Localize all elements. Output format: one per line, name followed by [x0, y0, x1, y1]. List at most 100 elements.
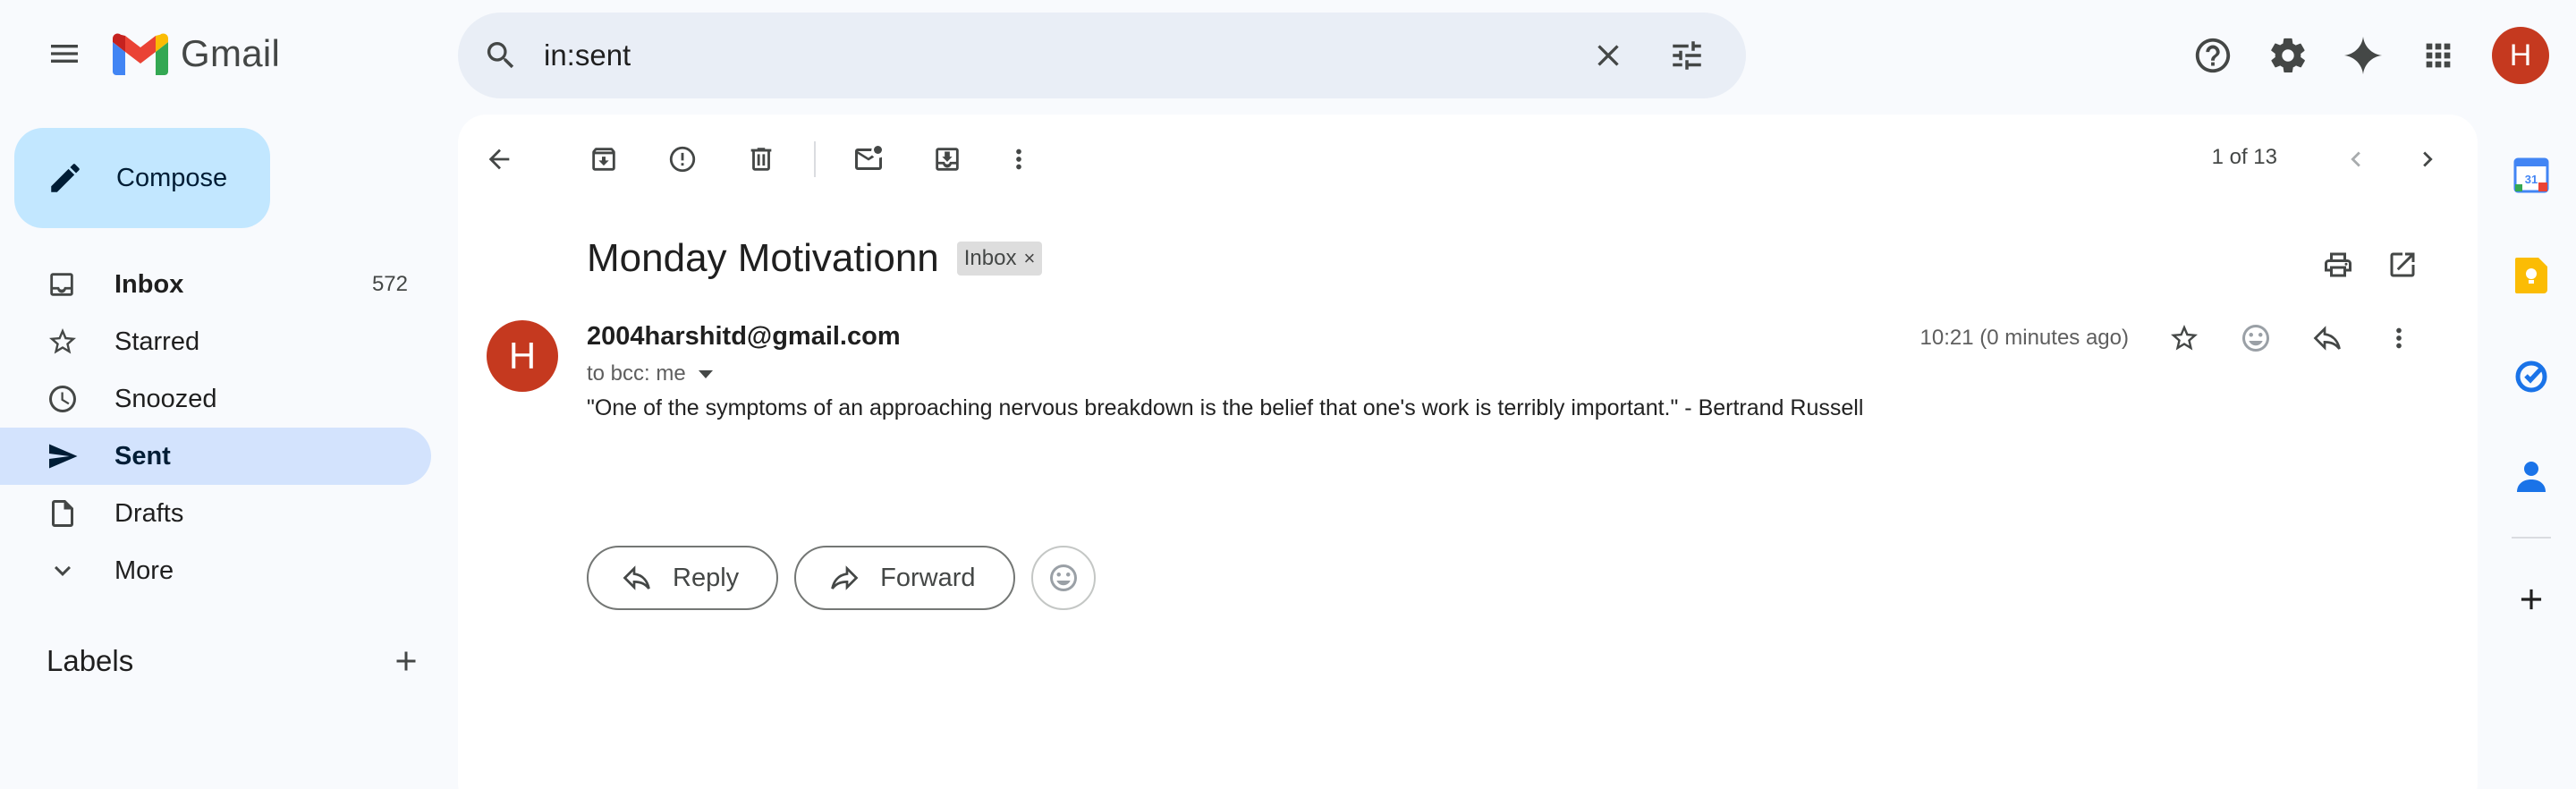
caret-down-icon[interactable]	[698, 369, 713, 378]
search-bar[interactable]	[458, 13, 1746, 98]
main-menu-button[interactable]	[39, 29, 89, 79]
side-panel-divider	[2512, 537, 2551, 539]
search-options-button[interactable]	[1648, 13, 1726, 98]
reply-pill-button[interactable]: Reply	[587, 546, 779, 610]
emoji-reaction-button[interactable]	[1030, 546, 1096, 610]
sidebar-item-label: More	[114, 556, 174, 585]
chevron-left-icon	[2351, 151, 2360, 167]
open-new-window-button[interactable]	[2370, 236, 2435, 293]
help-icon	[2195, 38, 2231, 73]
tasks-app-button[interactable]	[2487, 326, 2576, 426]
gemini-button[interactable]	[2326, 18, 2401, 93]
message-body: "One of the symptoms of an approaching n…	[587, 395, 1864, 420]
draft-file-icon	[52, 500, 73, 527]
forward-pill-button[interactable]: Forward	[794, 546, 1015, 610]
sidebar-nav: Inbox 572 Starred Snoozed Sent Drafts Mo…	[0, 256, 431, 599]
compose-button[interactable]: Compose	[14, 128, 270, 228]
keep-app-button[interactable]	[2487, 225, 2576, 326]
sender-email[interactable]: 2004harshitd@gmail.com	[587, 322, 901, 352]
sidebar-item-drafts[interactable]: Drafts	[0, 485, 431, 542]
mark-unread-icon	[855, 146, 882, 170]
sidebar-item-label: Starred	[114, 327, 200, 356]
archive-icon	[592, 148, 615, 171]
side-panel: 31	[2487, 125, 2576, 649]
sidebar-item-sent[interactable]: Sent	[0, 428, 431, 485]
chip-label: Inbox	[963, 246, 1017, 270]
pencil-icon	[51, 164, 80, 192]
remove-label-button[interactable]: ×	[1023, 247, 1035, 270]
trash-icon	[750, 148, 772, 171]
hamburger-icon	[51, 45, 78, 63]
sidebar-item-label: Inbox	[114, 269, 184, 299]
sidebar-item-snoozed[interactable]: Snoozed	[0, 370, 431, 428]
subject-row: Monday Motivationn Inbox ×	[587, 236, 1043, 281]
account-avatar[interactable]: H	[2492, 27, 2549, 84]
move-to-inbox-icon	[936, 148, 959, 171]
recipients-details[interactable]: to bcc: me	[587, 361, 713, 386]
contacts-icon	[2517, 462, 2546, 492]
email-subject: Monday Motivationn	[587, 236, 939, 280]
back-button[interactable]	[470, 131, 528, 188]
newer-button[interactable]	[2327, 131, 2385, 188]
app-name: Gmail	[181, 32, 281, 74]
inbox-icon	[50, 273, 73, 296]
archive-button[interactable]	[575, 131, 632, 188]
report-spam-button[interactable]	[654, 131, 711, 188]
create-label-button[interactable]	[390, 645, 422, 677]
message-meta: 10:21 (0 minutes ago)	[1920, 310, 2435, 367]
sidebar-item-inbox[interactable]: Inbox 572	[0, 256, 431, 313]
unread-count: 572	[371, 272, 408, 296]
support-button[interactable]	[2175, 18, 2250, 93]
calendar-app-button[interactable]: 31	[2487, 125, 2576, 225]
tune-icon	[1673, 41, 1701, 70]
sparkle-icon	[2343, 36, 2383, 75]
search-button[interactable]	[458, 13, 544, 98]
reply-button[interactable]	[2292, 310, 2363, 367]
contacts-app-button[interactable]	[2487, 426, 2576, 526]
sidebar-item-starred[interactable]: Starred	[0, 313, 431, 370]
more-vert-icon	[2396, 327, 2402, 349]
clock-icon	[49, 386, 76, 412]
tasks-icon	[2515, 361, 2547, 393]
star-outline-icon	[2171, 325, 2198, 351]
pagination-text: 1 of 13	[2211, 145, 2277, 169]
reply-icon	[623, 565, 650, 590]
get-addons-button[interactable]	[2487, 549, 2576, 649]
sender-avatar[interactable]: H	[487, 320, 558, 392]
clear-search-button[interactable]	[1569, 13, 1648, 98]
add-reaction-button[interactable]	[2220, 310, 2292, 367]
send-icon	[49, 444, 78, 469]
arrow-back-icon	[488, 148, 510, 170]
print-all-button[interactable]	[2306, 236, 2370, 293]
google-apps-button[interactable]	[2401, 18, 2476, 93]
message-toolbar: 1 of 13	[458, 115, 2478, 199]
gmail-m-icon	[113, 33, 168, 75]
more-actions-button[interactable]	[990, 131, 1047, 188]
gmail-logo[interactable]: Gmail	[113, 32, 280, 75]
star-button[interactable]	[2148, 310, 2220, 367]
apps-grid-icon	[2426, 43, 2451, 68]
sidebar-item-more[interactable]: More	[0, 542, 431, 599]
mark-unread-button[interactable]	[840, 131, 897, 188]
sidebar-item-label: Snoozed	[114, 384, 217, 413]
sidebar-item-label: Sent	[114, 441, 171, 471]
search-input[interactable]	[544, 38, 1569, 72]
keep-icon	[2515, 258, 2547, 293]
labels-header: Labels	[47, 644, 422, 678]
message-more-button[interactable]	[2363, 310, 2435, 367]
settings-button[interactable]	[2250, 18, 2326, 93]
older-button[interactable]	[2399, 131, 2456, 188]
message-timestamp: 10:21 (0 minutes ago)	[1919, 326, 2129, 350]
forward-label: Forward	[880, 563, 976, 592]
compose-label: Compose	[116, 163, 228, 192]
more-vert-icon	[1016, 148, 1021, 170]
recipients-text: to bcc: me	[587, 361, 686, 386]
calendar-day: 31	[2525, 173, 2538, 186]
chevron-down-icon	[55, 565, 71, 576]
reply-actions: Reply Forward	[587, 546, 1096, 610]
delete-button[interactable]	[733, 131, 790, 188]
emoji-icon	[2242, 325, 2269, 352]
move-to-button[interactable]	[919, 131, 976, 188]
report-icon	[669, 146, 696, 173]
open-in-new-icon	[2390, 252, 2415, 277]
